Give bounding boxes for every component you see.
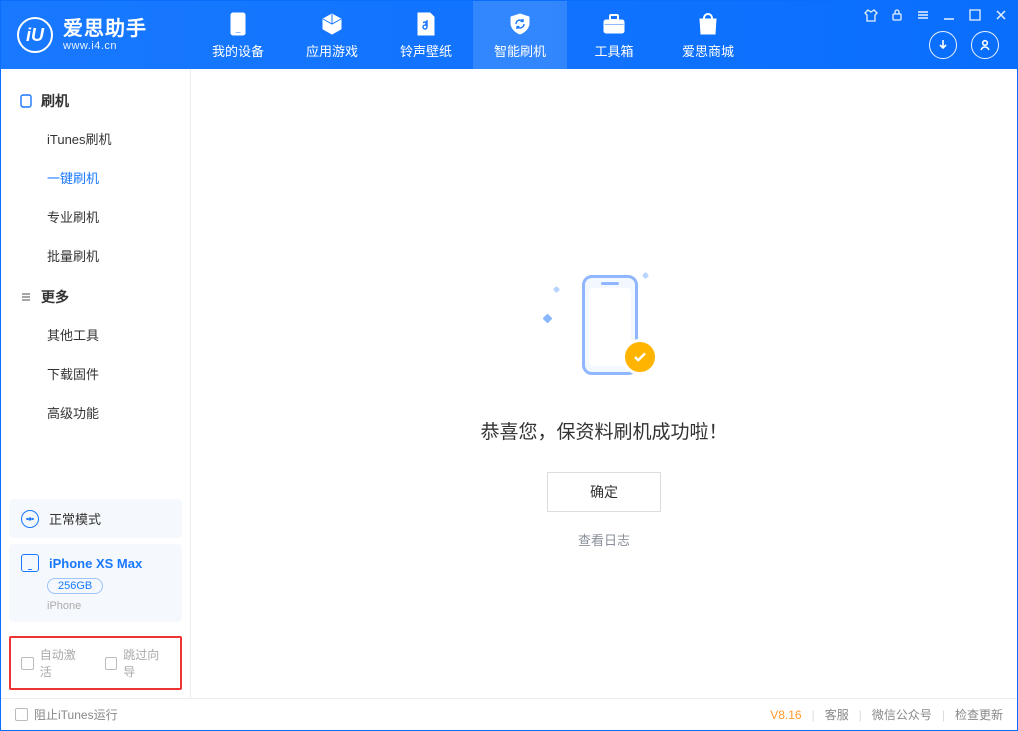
nav-tab-label: 铃声壁纸 [400, 41, 452, 60]
menu-icon[interactable] [915, 7, 931, 23]
ok-button[interactable]: 确定 [547, 472, 661, 512]
shirt-icon[interactable] [863, 7, 879, 23]
music-file-icon [413, 11, 439, 37]
app-window: iU 爱思助手 www.i4.cn 我的设备 应用游戏 铃声壁纸 智能刷机 [0, 0, 1018, 731]
checkbox-label: 跳过向导 [123, 646, 170, 680]
brand-title: 爱思助手 [63, 18, 147, 40]
sidebar-item-advanced[interactable]: 高级功能 [1, 393, 190, 432]
nav-tab-label: 我的设备 [212, 41, 264, 60]
phone-small-icon [19, 94, 33, 108]
check-update-link[interactable]: 检查更新 [955, 706, 1003, 723]
brand-text: 爱思助手 www.i4.cn [63, 18, 147, 52]
sidebar-group-flash: 刷机 [1, 79, 190, 119]
checkbox-label: 阻止iTunes运行 [34, 706, 118, 723]
sidebar-item-itunes-flash[interactable]: iTunes刷机 [1, 119, 190, 158]
nav-tab-label: 爱思商城 [682, 41, 734, 60]
toolbox-icon [601, 11, 627, 37]
sidebar: 刷机 iTunes刷机 一键刷机 专业刷机 批量刷机 更多 其他工具 下载固件 … [1, 69, 191, 698]
titlebar: iU 爱思助手 www.i4.cn 我的设备 应用游戏 铃声壁纸 智能刷机 [1, 1, 1017, 69]
window-controls [863, 7, 1009, 23]
check-badge-icon [622, 339, 658, 375]
brand: iU 爱思助手 www.i4.cn [1, 1, 191, 69]
minimize-icon[interactable] [941, 7, 957, 23]
maximize-icon[interactable] [967, 7, 983, 23]
nav-tab-ringtones[interactable]: 铃声壁纸 [379, 1, 473, 69]
mode-card[interactable]: 正常模式 [9, 499, 182, 538]
device-card[interactable]: iPhone XS Max 256GB iPhone [9, 544, 182, 622]
sidebar-group-title: 刷机 [41, 91, 69, 111]
version-label: V8.16 [770, 708, 801, 722]
device-small-icon [21, 554, 39, 572]
sidebar-item-oneclick-flash[interactable]: 一键刷机 [1, 158, 190, 197]
download-button[interactable] [929, 31, 957, 59]
nav-tab-apps[interactable]: 应用游戏 [285, 1, 379, 69]
sidebar-item-download-firmware[interactable]: 下载固件 [1, 354, 190, 393]
brand-logo-icon: iU [17, 17, 53, 53]
checkbox-label: 自动激活 [40, 646, 87, 680]
nav-tab-label: 工具箱 [594, 41, 633, 60]
nav-tab-toolbox[interactable]: 工具箱 [567, 1, 661, 69]
checkbox-skip-guide[interactable]: 跳过向导 [105, 646, 171, 680]
nav-tab-my-device[interactable]: 我的设备 [191, 1, 285, 69]
app-body: 刷机 iTunes刷机 一键刷机 专业刷机 批量刷机 更多 其他工具 下载固件 … [1, 69, 1017, 698]
titlebar-actions [929, 31, 999, 59]
success-message: 恭喜您，保资料刷机成功啦！ [480, 417, 727, 444]
main-content: 恭喜您，保资料刷机成功啦！ 确定 查看日志 [191, 69, 1017, 698]
success-illustration [544, 269, 664, 389]
cube-icon [319, 11, 345, 37]
nav-tab-store[interactable]: 爱思商城 [661, 1, 755, 69]
sidebar-item-pro-flash[interactable]: 专业刷机 [1, 197, 190, 236]
close-icon[interactable] [993, 7, 1009, 23]
customer-service-link[interactable]: 客服 [825, 706, 849, 723]
checkbox-box-icon [21, 657, 34, 670]
refresh-shield-icon [507, 11, 533, 37]
device-capacity: 256GB [47, 578, 103, 594]
user-button[interactable] [971, 31, 999, 59]
sidebar-item-other-tools[interactable]: 其他工具 [1, 315, 190, 354]
checkbox-auto-activate[interactable]: 自动激活 [21, 646, 87, 680]
sidebar-group-more: 更多 [1, 275, 190, 315]
checkbox-box-icon [15, 708, 28, 721]
nav-tabs: 我的设备 应用游戏 铃声壁纸 智能刷机 工具箱 爱思商城 [191, 1, 755, 69]
device-name: iPhone XS Max [49, 556, 142, 571]
sidebar-group-title: 更多 [41, 287, 69, 307]
sidebar-item-batch-flash[interactable]: 批量刷机 [1, 236, 190, 275]
nav-tab-label: 应用游戏 [306, 41, 358, 60]
checkbox-block-itunes[interactable]: 阻止iTunes运行 [15, 706, 118, 723]
checkbox-box-icon [105, 657, 118, 670]
wechat-link[interactable]: 微信公众号 [872, 706, 932, 723]
list-small-icon [19, 290, 33, 304]
statusbar: 阻止iTunes运行 V8.16 | 客服 | 微信公众号 | 检查更新 [1, 698, 1017, 730]
lock-icon[interactable] [889, 7, 905, 23]
mode-icon [21, 510, 39, 528]
flash-options-row: 自动激活 跳过向导 [9, 636, 182, 690]
bag-icon [695, 11, 721, 37]
sidebar-bottom: 正常模式 iPhone XS Max 256GB iPhone [1, 499, 190, 630]
device-icon [225, 11, 251, 37]
brand-logo-text: iU [26, 25, 44, 46]
view-log-link[interactable]: 查看日志 [578, 530, 630, 549]
nav-tab-flash[interactable]: 智能刷机 [473, 1, 567, 69]
sidebar-scroll: 刷机 iTunes刷机 一键刷机 专业刷机 批量刷机 更多 其他工具 下载固件 … [1, 69, 190, 499]
brand-subtitle: www.i4.cn [63, 40, 147, 52]
nav-tab-label: 智能刷机 [494, 41, 546, 60]
mode-label: 正常模式 [49, 509, 101, 528]
device-type: iPhone [47, 600, 170, 612]
